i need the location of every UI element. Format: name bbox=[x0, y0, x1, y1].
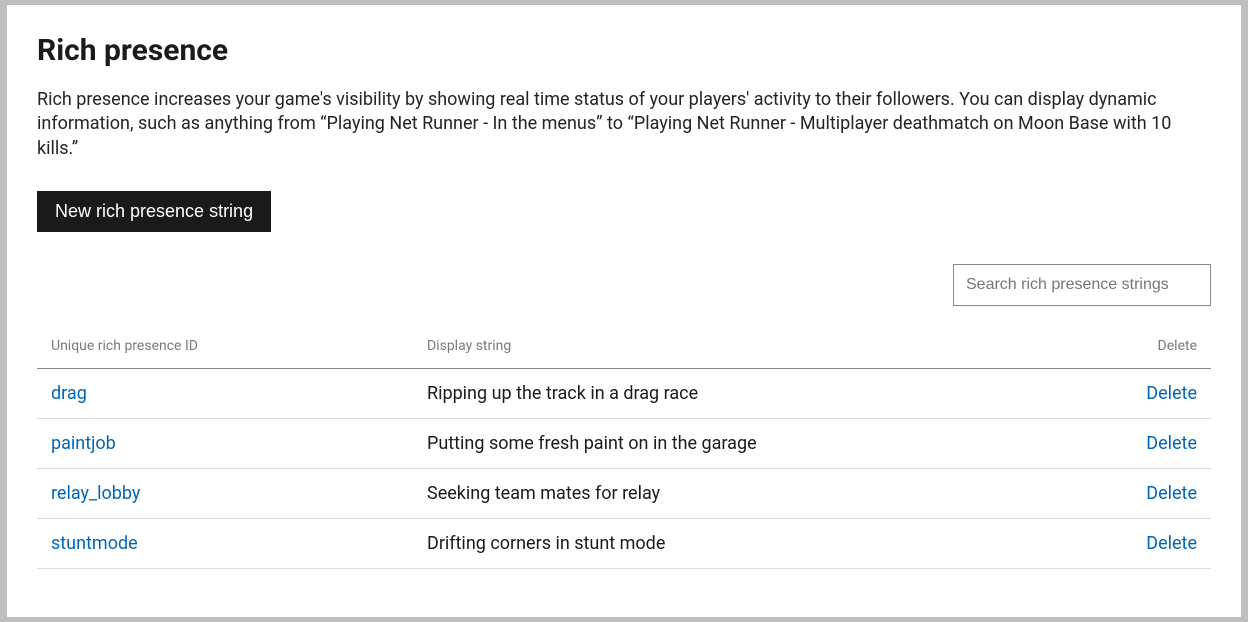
presence-id-link[interactable]: drag bbox=[51, 383, 87, 404]
col-header-id: Unique rich presence ID bbox=[37, 328, 413, 369]
display-string: Putting some fresh paint on in the garag… bbox=[413, 418, 1101, 468]
search-row bbox=[37, 264, 1211, 306]
presence-id-link[interactable]: relay_lobby bbox=[51, 483, 140, 504]
delete-link[interactable]: Delete bbox=[1146, 533, 1197, 554]
table-header-row: Unique rich presence ID Display string D… bbox=[37, 328, 1211, 369]
presence-id-link[interactable]: stuntmode bbox=[51, 533, 138, 554]
table-row: drag Ripping up the track in a drag race D… bbox=[37, 368, 1211, 418]
table-row: relay_lobby Seeking team mates for relay D… bbox=[37, 468, 1211, 518]
col-header-display: Display string bbox=[413, 328, 1101, 369]
display-string: Drifting corners in stunt mode bbox=[413, 518, 1101, 568]
table-row: paintjob Putting some fresh paint on in t… bbox=[37, 418, 1211, 468]
delete-link[interactable]: Delete bbox=[1146, 483, 1197, 504]
page-description: Rich presence increases your game's visi… bbox=[37, 88, 1211, 161]
display-string: Ripping up the track in a drag race bbox=[413, 368, 1101, 418]
page-title: Rich presence bbox=[37, 33, 1211, 68]
delete-link[interactable]: Delete bbox=[1146, 433, 1197, 454]
delete-link[interactable]: Delete bbox=[1146, 383, 1197, 404]
display-string: Seeking team mates for relay bbox=[413, 468, 1101, 518]
table-row: stuntmode Drifting corners in stunt mode D… bbox=[37, 518, 1211, 568]
new-rich-presence-button[interactable]: New rich presence string bbox=[37, 191, 271, 232]
col-header-delete: Delete bbox=[1101, 328, 1211, 369]
presence-id-link[interactable]: paintjob bbox=[51, 433, 116, 454]
rich-presence-panel: Rich presence Rich presence increases yo… bbox=[7, 5, 1241, 617]
rich-presence-table: Unique rich presence ID Display string D… bbox=[37, 328, 1211, 569]
search-input[interactable] bbox=[953, 264, 1211, 306]
